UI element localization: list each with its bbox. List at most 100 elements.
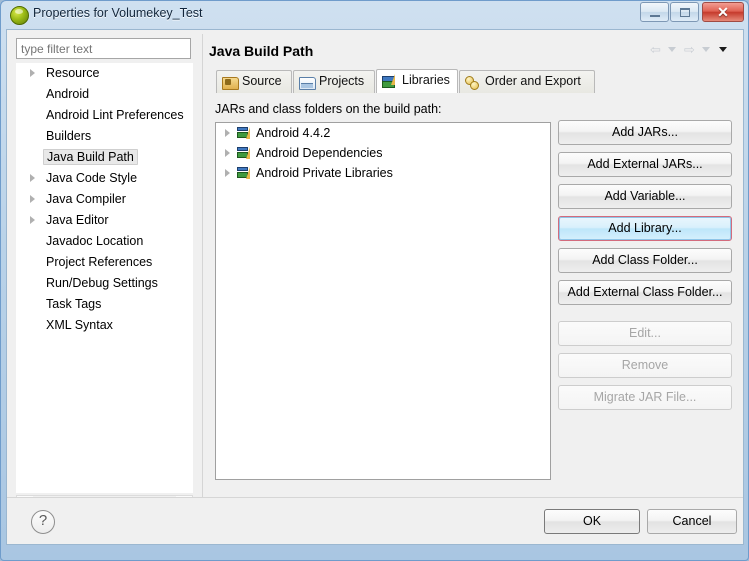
sidebar-item-java-editor[interactable]: Java Editor [16, 210, 193, 231]
sidebar-item-label: Java Editor [46, 213, 109, 227]
window-title: Properties for Volumekey_Test [33, 6, 203, 20]
sidebar-item-java-compiler[interactable]: Java Compiler [16, 189, 193, 210]
add-jars-button[interactable]: Add JARs... [558, 120, 732, 145]
preferences-tree-panel: Resource Android Android Lint Preferences B… [11, 34, 199, 518]
back-arrow-icon[interactable]: ⇦ [647, 42, 664, 58]
sidebar-item-run-debug-settings[interactable]: Run/Debug Settings [16, 273, 193, 294]
tab-strip: Source Projects Libraries Order and Export [208, 69, 736, 94]
expand-arrow-icon[interactable] [30, 195, 35, 203]
edit-button: Edit... [558, 321, 732, 346]
eclipse-icon [10, 6, 29, 25]
add-library-button[interactable]: Add Library... [558, 216, 732, 241]
sidebar-item-task-tags[interactable]: Task Tags [16, 294, 193, 315]
sidebar-item-xml-syntax[interactable]: XML Syntax [16, 315, 193, 336]
help-button[interactable]: ? [31, 510, 55, 534]
minimize-icon [641, 3, 668, 21]
jar-list[interactable]: Android 4.4.2 Android Dependencies Android… [215, 122, 551, 480]
action-button-column: Add JARs... Add External JARs... Add Varia… [558, 120, 732, 417]
forward-arrow-icon-glyph: ⇨ [684, 42, 695, 57]
expand-arrow-icon[interactable] [225, 169, 230, 177]
dialog-client-area: Resource Android Android Lint Preferences B… [6, 29, 744, 545]
properties-dialog-window: Properties for Volumekey_Test ✕ Resource… [0, 0, 749, 561]
dialog-footer: ? OK Cancel [7, 497, 743, 544]
page-title: Java Build Path [209, 43, 314, 59]
libraries-tab-body: JARs and class folders on the build path… [208, 93, 736, 516]
chevron-down-icon [702, 47, 710, 52]
sidebar-item-label: Javadoc Location [46, 234, 144, 248]
sidebar-item-java-code-style[interactable]: Java Code Style [16, 168, 193, 189]
back-arrow-icon-glyph: ⇦ [650, 42, 661, 57]
sidebar-item-resource[interactable]: Resource [16, 63, 193, 84]
sidebar-item-label: Android [46, 87, 90, 101]
sidebar-item-label: Project References [46, 255, 153, 269]
sidebar-item-android[interactable]: Android [16, 84, 193, 105]
library-icon [237, 167, 251, 179]
migrate-jar-file-button: Migrate JAR File... [558, 385, 732, 410]
expand-arrow-icon[interactable] [30, 69, 35, 77]
add-variable-button[interactable]: Add Variable... [558, 184, 732, 209]
sidebar-item-label: Builders [46, 129, 92, 143]
order-export-icon [465, 75, 481, 90]
jar-list-label: JARs and class folders on the build path… [215, 102, 442, 116]
sidebar-item-label: Task Tags [46, 297, 102, 311]
projects-folder-icon [299, 75, 316, 90]
sidebar-item-android-lint-preferences[interactable]: Android Lint Preferences [16, 105, 193, 126]
library-icon [237, 127, 251, 139]
tab-libraries[interactable]: Libraries [376, 69, 458, 93]
sidebar-item-label: Resource [46, 66, 100, 80]
tab-label: Order and Export [485, 74, 581, 88]
tab-label: Libraries [402, 73, 450, 87]
tab-order-and-export[interactable]: Order and Export [459, 70, 595, 93]
maximize-button[interactable] [670, 2, 699, 22]
add-external-jars-button[interactable]: Add External JARs... [558, 152, 732, 177]
expand-arrow-icon[interactable] [30, 216, 35, 224]
sidebar-item-builders[interactable]: Builders [16, 126, 193, 147]
jar-list-item-label: Android Dependencies [256, 146, 383, 160]
page-navigation-bar: ⇦ ⇨ [647, 42, 732, 60]
chevron-down-icon [668, 47, 676, 52]
expand-arrow-icon[interactable] [30, 174, 35, 182]
sidebar-item-label: Java Compiler [46, 192, 126, 206]
tab-label: Source [242, 74, 282, 88]
sidebar-item-javadoc-location[interactable]: Javadoc Location [16, 231, 193, 252]
library-icon [237, 147, 251, 159]
forward-dropdown-icon[interactable] [698, 42, 715, 58]
ok-button[interactable]: OK [544, 509, 640, 534]
tab-source[interactable]: Source [216, 70, 292, 93]
tab-projects[interactable]: Projects [293, 70, 375, 93]
chevron-down-icon [719, 47, 727, 52]
sidebar-item-java-build-path[interactable]: Java Build Path [16, 147, 193, 168]
cancel-button[interactable]: Cancel [647, 509, 737, 534]
sidebar-item-label: Java Code Style [46, 171, 138, 185]
tab-label: Projects [319, 74, 365, 88]
title-bar: Properties for Volumekey_Test ✕ [1, 1, 748, 29]
filter-input[interactable] [16, 38, 191, 59]
add-external-class-folder-button[interactable]: Add External Class Folder... [558, 280, 732, 305]
panel-divider [202, 34, 203, 518]
expand-arrow-icon[interactable] [225, 129, 230, 137]
sidebar-item-label: Run/Debug Settings [46, 276, 158, 290]
close-icon: ✕ [717, 4, 729, 20]
minimize-button[interactable] [640, 2, 669, 22]
preferences-tree[interactable]: Resource Android Android Lint Preferences B… [16, 63, 193, 493]
page-panel: Java Build Path ⇦ ⇨ Source Projects Librari… [206, 34, 738, 518]
jar-list-item-label: Android 4.4.2 [256, 126, 331, 140]
sidebar-item-project-references[interactable]: Project References [16, 252, 193, 273]
close-button[interactable]: ✕ [702, 2, 744, 22]
jar-list-item[interactable]: Android 4.4.2 [216, 123, 550, 143]
sidebar-item-label: Java Build Path [43, 149, 138, 165]
maximize-icon [671, 3, 698, 21]
source-folder-icon [222, 75, 239, 90]
libraries-books-icon [382, 74, 398, 88]
sidebar-item-label: XML Syntax [46, 318, 113, 332]
jar-list-item[interactable]: Android Dependencies [216, 143, 550, 163]
back-dropdown-icon[interactable] [664, 42, 681, 58]
jar-list-item[interactable]: Android Private Libraries [216, 163, 550, 183]
add-class-folder-button[interactable]: Add Class Folder... [558, 248, 732, 273]
menu-dropdown-icon[interactable] [715, 42, 732, 58]
sidebar-item-label: Android Lint Preferences [46, 108, 184, 122]
expand-arrow-icon[interactable] [225, 149, 230, 157]
remove-button: Remove [558, 353, 732, 378]
forward-arrow-icon[interactable]: ⇨ [681, 42, 698, 58]
jar-list-item-label: Android Private Libraries [256, 166, 393, 180]
